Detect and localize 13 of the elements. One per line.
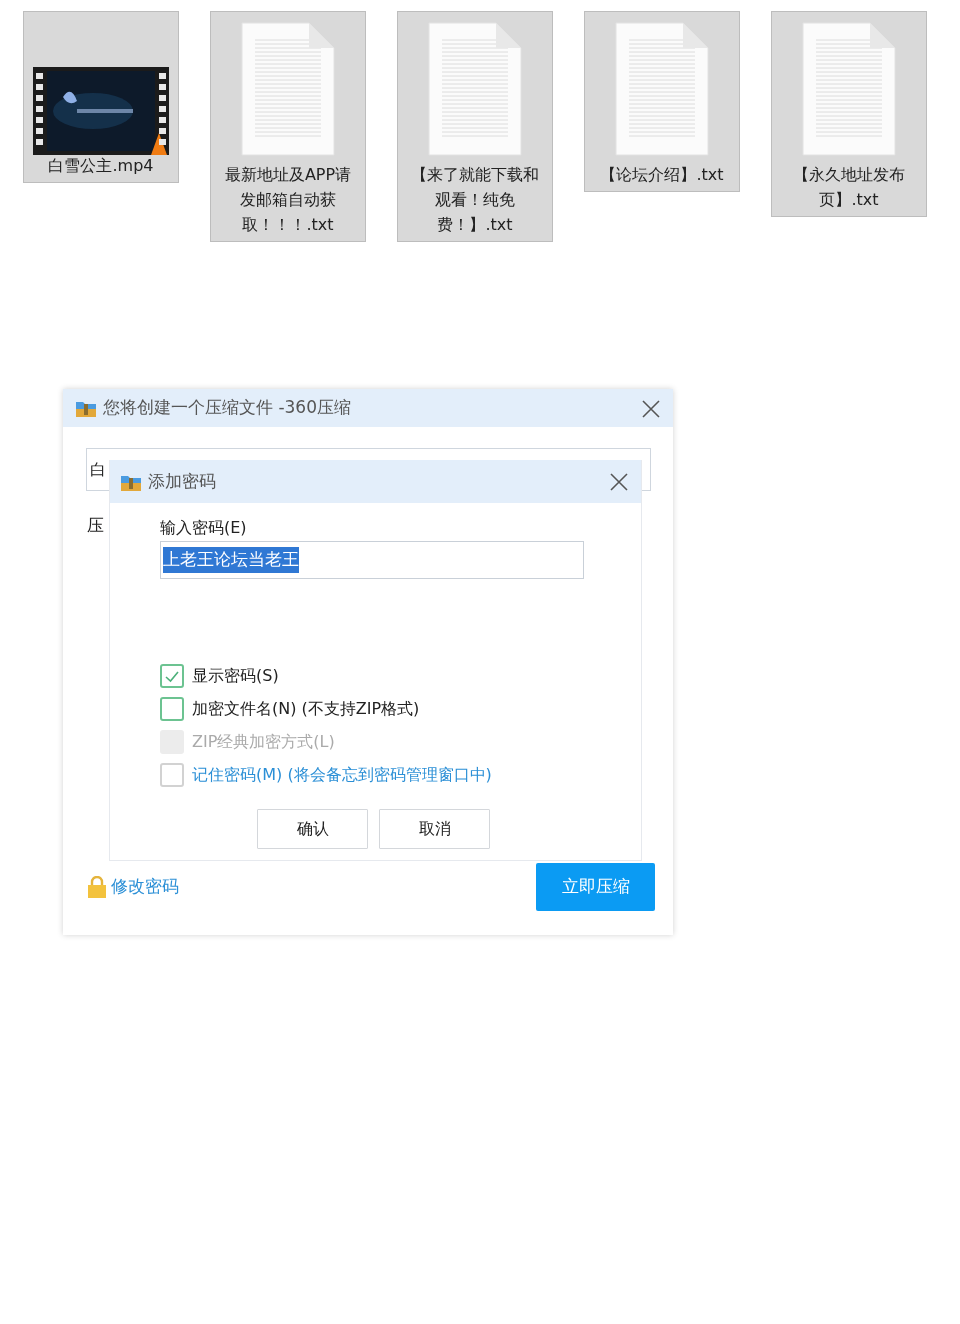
dialog-title: 您将创建一个压缩文件 -360压缩 [103,396,352,420]
option-label: 显示密码(S) [192,665,279,687]
field-text: 白 [90,458,106,481]
option-label: ZIP经典加密方式(L) [192,731,335,753]
dialog-title: 添加密码 [148,469,217,493]
file-name: 白雪公主.mp4 [47,155,155,177]
file-name: 【论坛介绍】.txt [599,164,725,186]
file-name: 【来了就能下载和观看！纯免费！】.txt [411,164,539,236]
field-label: 输入密码(E) [160,517,248,539]
file-name: 【永久地址发布页】.txt [792,164,906,211]
field-label: 压 [87,514,104,537]
file-name: 最新地址及APP请发邮箱自动获取！！！.txt [224,164,352,236]
option-label: 加密文件名(N) (不支持ZIP格式) [192,698,420,720]
